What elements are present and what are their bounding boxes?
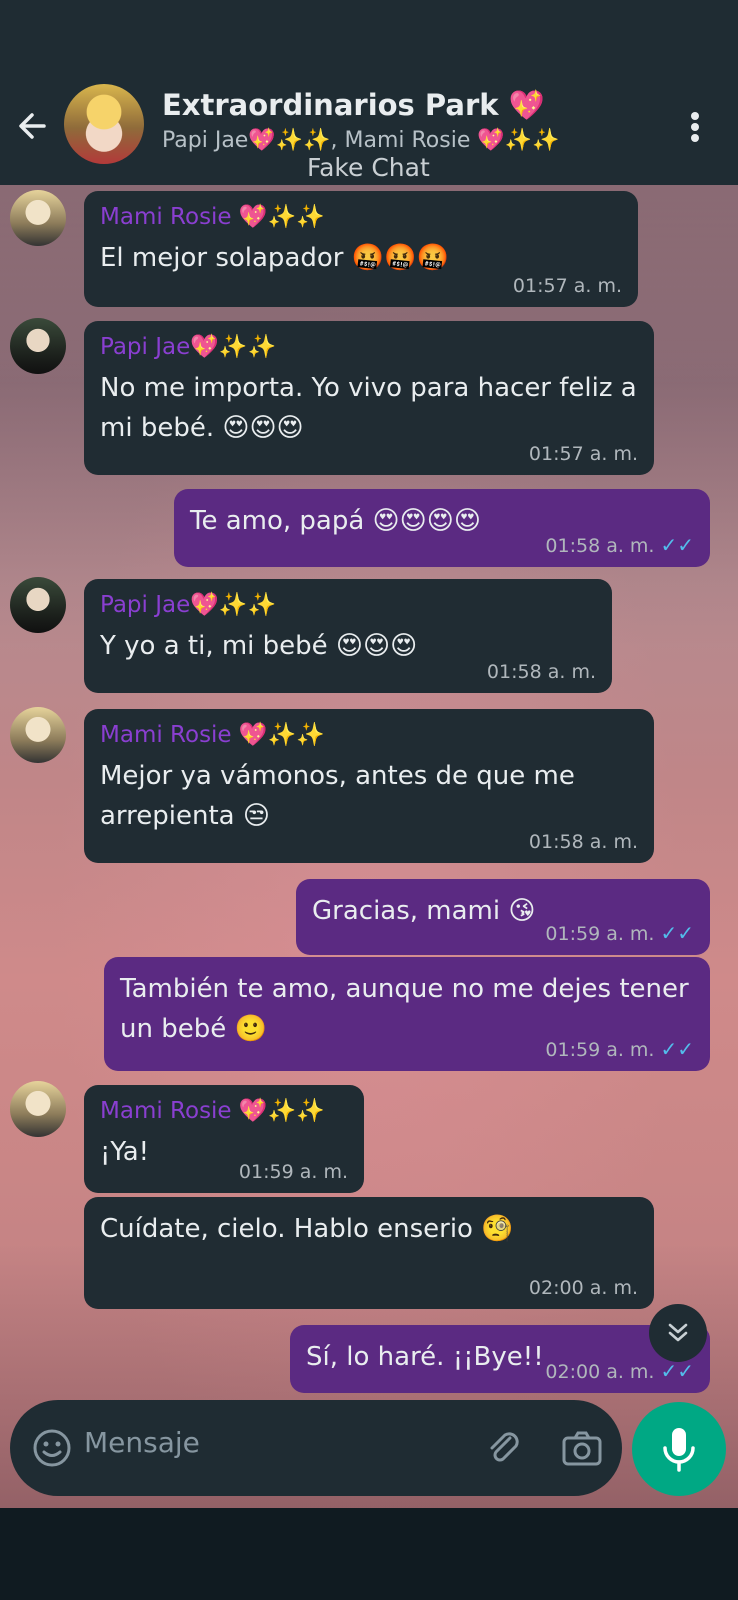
message-time: 01:58 a. m. xyxy=(528,831,638,853)
read-ticks-icon: ✓✓ xyxy=(660,533,694,557)
read-ticks-icon: ✓✓ xyxy=(660,1359,694,1383)
message-time: 01:59 a. m. xyxy=(545,923,655,945)
message-time: 01:57 a. m. xyxy=(512,275,622,297)
chat-area[interactable]: Mami Rosie 💖✨✨ El mejor solapador 🤬🤬🤬 01… xyxy=(0,185,738,1508)
emoji-icon[interactable] xyxy=(32,1428,72,1468)
group-avatar[interactable] xyxy=(64,84,144,164)
message-input[interactable]: Mensaje xyxy=(84,1426,200,1459)
message-input-bar[interactable]: Mensaje xyxy=(10,1400,622,1496)
message-time: 01:58 a. m. xyxy=(545,535,655,557)
message-text: El mejor solapador 🤬🤬🤬 xyxy=(100,243,449,273)
message-time: 01:59 a. m. xyxy=(238,1161,348,1183)
avatar[interactable] xyxy=(10,577,66,633)
sender-name: Mami Rosie 💖✨✨ xyxy=(100,1098,325,1124)
message-time: 01:57 a. m. xyxy=(528,443,638,465)
message-bubble-outgoing[interactable]: Sí, lo haré. ¡¡Bye!! 02:00 a. m. ✓✓ xyxy=(290,1325,710,1393)
message-text: Mejor ya vámonos, antes de que me arrepi… xyxy=(100,761,575,831)
avatar[interactable] xyxy=(10,1081,66,1137)
message-bubble-incoming[interactable]: Papi Jae💖✨✨ No me importa. Yo vivo para … xyxy=(84,321,654,475)
message-bubble-outgoing[interactable]: Gracias, mami 😘 01:59 a. m. ✓✓ xyxy=(296,879,710,955)
chevrons-down-icon xyxy=(668,1323,688,1342)
message-bubble-outgoing[interactable]: Te amo, papá 😍😍😍😍 01:58 a. m. ✓✓ xyxy=(174,489,710,567)
voice-message-button[interactable] xyxy=(632,1402,726,1496)
microphone-icon xyxy=(663,1428,695,1472)
message-text: Y yo a ti, mi bebé 😍😍😍 xyxy=(100,631,418,661)
message-bubble-incoming[interactable]: Mami Rosie 💖✨✨ Mejor ya vámonos, antes d… xyxy=(84,709,654,863)
message-time: 01:59 a. m. xyxy=(545,1039,655,1061)
scroll-to-bottom-button[interactable] xyxy=(649,1304,707,1362)
message-text: No me importa. Yo vivo para hacer feliz … xyxy=(100,373,637,443)
more-vertical-icon[interactable] xyxy=(680,106,710,146)
read-ticks-icon: ✓✓ xyxy=(660,1037,694,1061)
system-navigation-bar xyxy=(0,1508,738,1600)
message-bubble-incoming[interactable]: Mami Rosie 💖✨✨ ¡Ya! 01:59 a. m. xyxy=(84,1085,364,1193)
message-bubble-incoming[interactable]: Papi Jae💖✨✨ Y yo a ti, mi bebé 😍😍😍 01:58… xyxy=(84,579,612,693)
message-bubble-outgoing[interactable]: También te amo, aunque no me dejes tener… xyxy=(104,957,710,1071)
message-text: Cuídate, cielo. Hablo enserio 🧐 xyxy=(100,1214,514,1244)
message-time: 02:00 a. m. xyxy=(528,1277,638,1299)
fake-chat-watermark: Fake Chat xyxy=(307,153,430,182)
chat-participants[interactable]: Papi Jae💖✨✨, Mami Rosie 💖✨✨ xyxy=(162,128,560,153)
avatar[interactable] xyxy=(10,190,66,246)
chat-header: Extraordinarios Park 💖 Papi Jae💖✨✨, Mami… xyxy=(0,0,738,185)
sender-name: Papi Jae💖✨✨ xyxy=(100,592,277,618)
sender-name: Mami Rosie 💖✨✨ xyxy=(100,722,325,748)
message-bubble-incoming[interactable]: Mami Rosie 💖✨✨ El mejor solapador 🤬🤬🤬 01… xyxy=(84,191,638,307)
sender-name: Papi Jae💖✨✨ xyxy=(100,334,277,360)
message-bubble-incoming[interactable]: Cuídate, cielo. Hablo enserio 🧐 02:00 a.… xyxy=(84,1197,654,1309)
avatar[interactable] xyxy=(10,707,66,763)
back-arrow-icon[interactable] xyxy=(14,106,54,146)
camera-icon[interactable] xyxy=(560,1428,604,1468)
read-ticks-icon: ✓✓ xyxy=(660,921,694,945)
sender-name: Mami Rosie 💖✨✨ xyxy=(100,204,325,230)
message-time: 02:00 a. m. xyxy=(545,1361,655,1383)
avatar[interactable] xyxy=(10,318,66,374)
paperclip-icon[interactable] xyxy=(484,1428,524,1468)
message-time: 01:58 a. m. xyxy=(486,661,596,683)
chat-title[interactable]: Extraordinarios Park 💖 xyxy=(162,88,545,123)
